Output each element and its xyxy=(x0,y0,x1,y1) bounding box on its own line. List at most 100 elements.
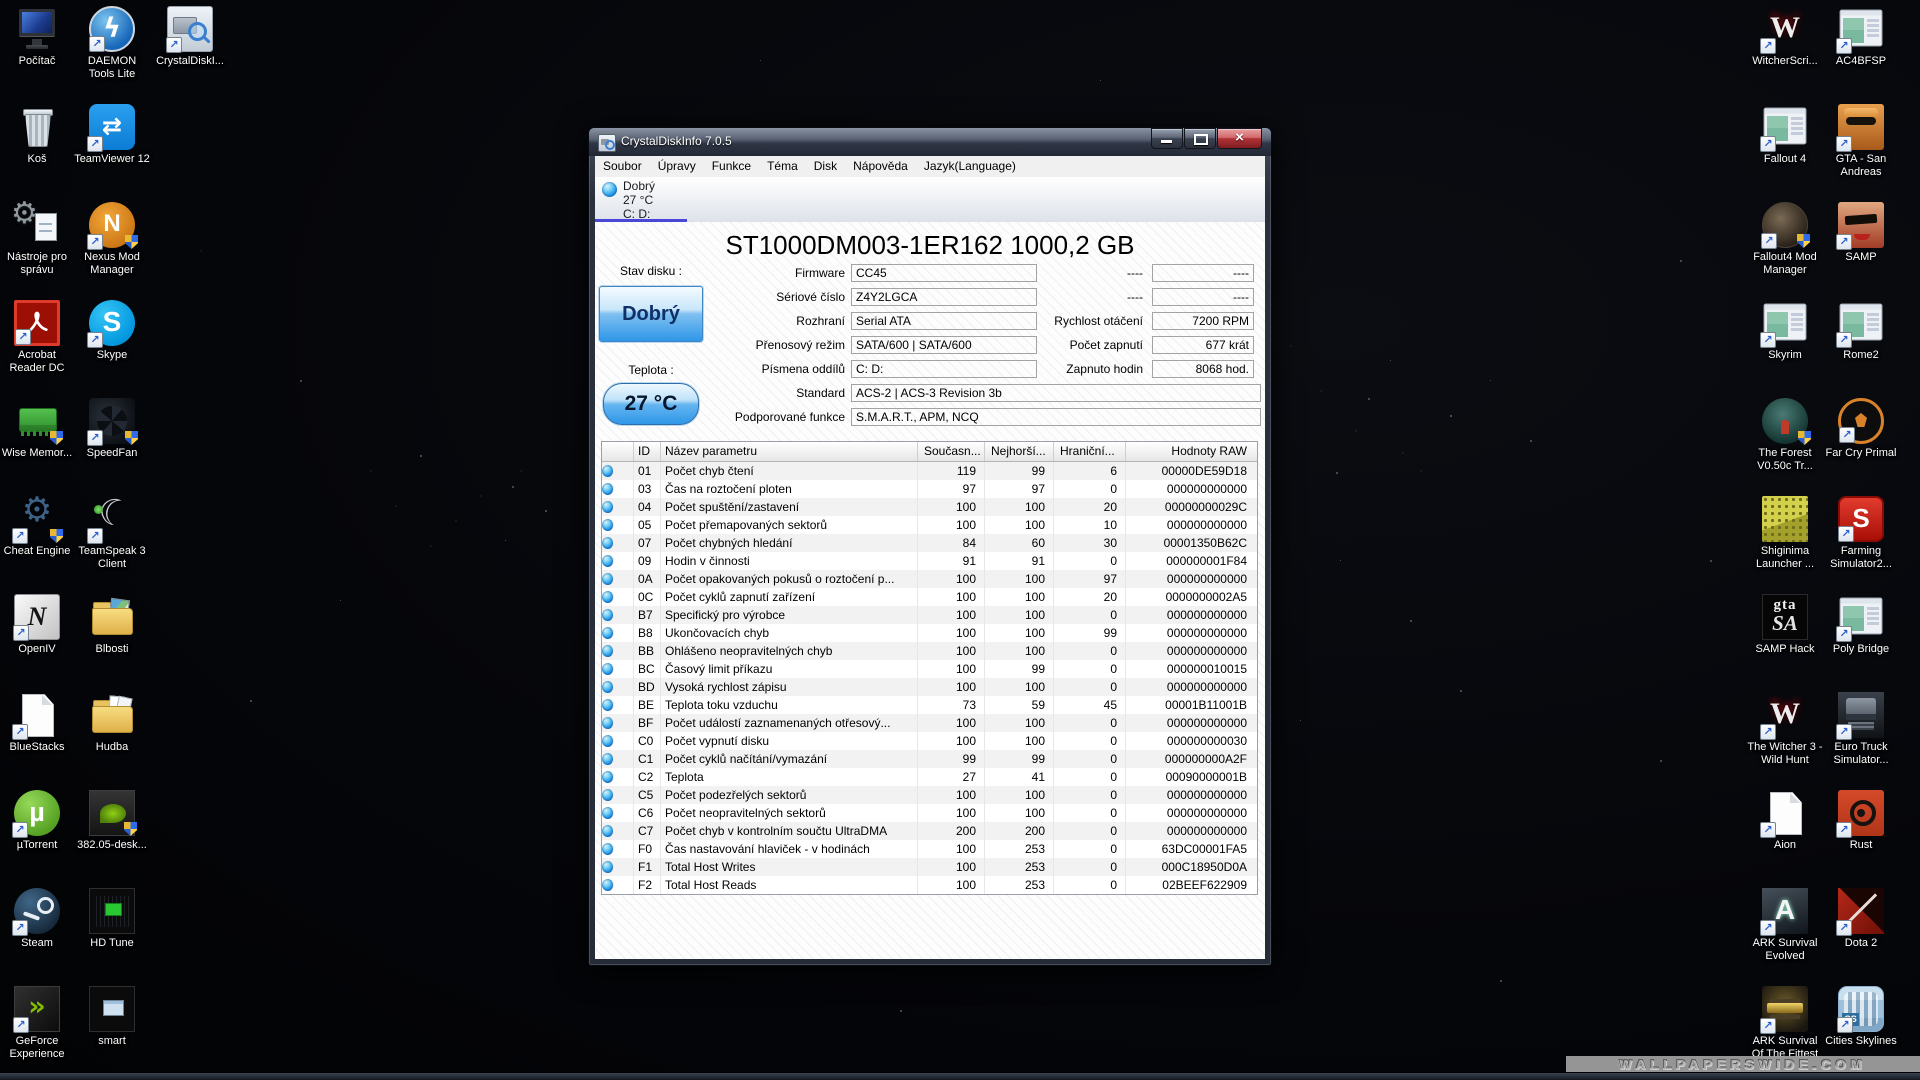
smart-row-C2[interactable]: C2Teplota2741000090000001B xyxy=(602,768,1257,786)
cell-nejhorsi: 100 xyxy=(985,606,1054,624)
desktop-icon-teamspeak-3-client[interactable]: ☾TeamSpeak 3 Client xyxy=(74,496,150,571)
desktop-icon-smart[interactable]: smart xyxy=(74,986,150,1048)
smart-row-BD[interactable]: BDVysoká rychlost zápisu1001000000000000… xyxy=(602,678,1257,696)
col-header-id[interactable]: ID xyxy=(634,442,661,461)
smart-row-BB[interactable]: BBOhlášeno neopravitelných chyb100100000… xyxy=(602,642,1257,660)
desktop-icon-dota-2[interactable]: Dota 2 xyxy=(1823,888,1899,950)
status-orb-icon xyxy=(602,483,614,495)
cell-id: BB xyxy=(634,642,661,660)
smart-row-C7[interactable]: C7Počet chyb v kontrolním součtu UltraDM… xyxy=(602,822,1257,840)
menu-item-disk[interactable]: Disk xyxy=(806,156,845,177)
smart-row-F0[interactable]: F0Čas nastavování hlaviček - v hodinách1… xyxy=(602,840,1257,858)
desktop-icon-the-forest-v0-50c-tr[interactable]: The Forest V0.50c Tr... xyxy=(1747,398,1823,473)
smart-row-0C[interactable]: 0CPočet cyklů zapnutí zařízení1001002000… xyxy=(602,588,1257,606)
star-dot xyxy=(200,250,202,252)
maximize-button[interactable] xyxy=(1184,128,1216,149)
icon-label: smart xyxy=(74,1035,150,1048)
desktop-icon-rome2[interactable]: Rome2 xyxy=(1823,300,1899,362)
taskbar[interactable] xyxy=(0,1072,1920,1080)
desktop-icon-cheat-engine[interactable]: ⚙Cheat Engine xyxy=(0,496,75,558)
desktop-icon-geforce-experience[interactable]: »GeForce Experience xyxy=(0,986,75,1061)
icon-label: SAMP xyxy=(1823,251,1899,264)
col-header-hranicni[interactable]: Hraniční... xyxy=(1054,442,1126,461)
desktop-icon-crystaldiski[interactable]: CrystalDiskI... xyxy=(152,6,228,68)
smart-row-BE[interactable]: BETeplota toku vzduchu73594500001B11001B xyxy=(602,696,1257,714)
smart-row-BC[interactable]: BCČasový limit příkazu100990000000010015 xyxy=(602,660,1257,678)
desktop-icon-gta-san-andreas[interactable]: GTA - San Andreas xyxy=(1823,104,1899,179)
desktop-icon-poly-bridge[interactable]: Poly Bridge xyxy=(1823,594,1899,656)
smart-row-04[interactable]: 04Počet spuštění/zastavení10010020000000… xyxy=(602,498,1257,516)
smart-row-01[interactable]: 01Počet chyb čtení11999600000DE59D18 xyxy=(602,462,1257,480)
desktop-icon-nexus-mod-manager[interactable]: NNexus Mod Manager xyxy=(74,202,150,277)
desktop-icon-torrent[interactable]: µµTorrent xyxy=(0,790,75,852)
smart-row-09[interactable]: 09Hodin v činnosti91910000000001F84 xyxy=(602,552,1257,570)
cell-nazev-parametru: Hodin v činnosti xyxy=(661,552,918,570)
smart-row-F2[interactable]: F2Total Host Reads100253002BEEF622909 xyxy=(602,876,1257,894)
desktop-icon-samp-hack[interactable]: gtaSASAMP Hack xyxy=(1747,594,1823,656)
smart-row-05[interactable]: 05Počet přemapovaných sektorů10010010000… xyxy=(602,516,1257,534)
col-header-hodnoty-raw[interactable]: Hodnoty RAW xyxy=(1126,442,1255,461)
desktop-icon-shiginima-launcher[interactable]: Shiginima Launcher ... xyxy=(1747,496,1823,571)
menu-item-funkce[interactable]: Funkce xyxy=(704,156,759,177)
smart-row-C0[interactable]: C0Počet vypnutí disku1001000000000000030 xyxy=(602,732,1257,750)
smart-row-07[interactable]: 07Počet chybných hledání84603000001350B6… xyxy=(602,534,1257,552)
desktop-icon-pocitac[interactable]: Počítač xyxy=(0,6,75,68)
desktop-icon-farming-simulator2[interactable]: SFarming Simulator2... xyxy=(1823,496,1899,571)
desktop-icon-fallout4-mod-manager[interactable]: Fallout4 Mod Manager xyxy=(1747,202,1823,277)
menu-item-tema[interactable]: Téma xyxy=(759,156,806,177)
drive-tab[interactable]: Dobrý 27 °C C: D: xyxy=(595,177,687,222)
desktop-icon-the-witcher-3-wild-hunt[interactable]: WThe Witcher 3 - Wild Hunt xyxy=(1747,692,1823,767)
desktop-icon-skyrim[interactable]: Skyrim xyxy=(1747,300,1823,362)
menu-item-napoveda[interactable]: Nápověda xyxy=(845,156,916,177)
menu-item-upravy[interactable]: Úpravy xyxy=(650,156,704,177)
desktop-icon-openiv[interactable]: NOpenIV xyxy=(0,594,75,656)
smart-row-0A[interactable]: 0APočet opakovaných pokusů o roztočení p… xyxy=(602,570,1257,588)
menu-item-jazyk-language[interactable]: Jazyk(Language) xyxy=(916,156,1024,177)
desktop-icon-382-05-desk[interactable]: 382.05-desk... xyxy=(74,790,150,852)
col-header-nejhorsi[interactable]: Nejhorší... xyxy=(985,442,1054,461)
smart-row-B7[interactable]: B7Specifický pro výrobce1001000000000000… xyxy=(602,606,1257,624)
desktop-icon-skype[interactable]: SSkype xyxy=(74,300,150,362)
desktop-icon-cities-skylines[interactable]: CSCities Skylines xyxy=(1823,986,1899,1048)
icon-label: Koš xyxy=(0,153,75,166)
col-header-soucasn[interactable]: Současn... xyxy=(918,442,985,461)
smart-row-C6[interactable]: C6Počet neopravitelných sektorů100100000… xyxy=(602,804,1257,822)
desktop-icon-daemon-tools-lite[interactable]: ϟDAEMON Tools Lite xyxy=(74,6,150,81)
minimize-button[interactable] xyxy=(1151,128,1183,149)
smart-row-BF[interactable]: BFPočet událostí zaznamenaných otřesový.… xyxy=(602,714,1257,732)
desktop-icon-euro-truck-simulator[interactable]: Euro Truck Simulator... xyxy=(1823,692,1899,767)
smart-row-03[interactable]: 03Čas na roztočení ploten979700000000000… xyxy=(602,480,1257,498)
desktop-icon-ark-survival-evolved[interactable]: AARK Survival Evolved xyxy=(1747,888,1823,963)
desktop-icon-hd-tune[interactable]: HD Tune xyxy=(74,888,150,950)
menu-item-soubor[interactable]: Soubor xyxy=(595,156,650,177)
desktop-icon-rust[interactable]: Rust xyxy=(1823,790,1899,852)
desktop-icon-wise-memor[interactable]: Wise Memor... xyxy=(0,398,75,460)
window-titlebar[interactable]: CrystalDiskInfo 7.0.5 xyxy=(589,128,1271,156)
col-header-nazev-parametru[interactable]: Název parametru xyxy=(661,442,918,461)
smart-row-C1[interactable]: C1Počet cyklů načítání/vymazání999900000… xyxy=(602,750,1257,768)
desktop-icon-acrobat-reader-dc[interactable]: Acrobat Reader DC xyxy=(0,300,75,375)
desktop-icon-steam[interactable]: Steam xyxy=(0,888,75,950)
desktop-icon-aion[interactable]: Aion xyxy=(1747,790,1823,852)
desktop-icon-bluestacks[interactable]: BlueStacks xyxy=(0,692,75,754)
desktop-icon-witcherscri[interactable]: WWitcherScri... xyxy=(1747,6,1823,68)
desktop-icon-nastroje-pro-spravu[interactable]: ⚙Nástroje pro správu xyxy=(0,202,75,277)
desktop-icon-kos[interactable]: Koš xyxy=(0,104,75,166)
smart-row-B8[interactable]: B8Ukončovacích chyb10010099000000000000 xyxy=(602,624,1257,642)
desktop-icon-teamviewer-12[interactable]: ⇄TeamViewer 12 xyxy=(74,104,150,166)
desktop-icon-speedfan[interactable]: SpeedFan xyxy=(74,398,150,460)
desktop-icon-samp[interactable]: SAMP xyxy=(1823,202,1899,264)
icon-label: The Witcher 3 - Wild Hunt xyxy=(1747,741,1823,767)
col-header-status[interactable] xyxy=(602,442,634,461)
close-button[interactable] xyxy=(1217,128,1262,149)
desktop-icon-fallout-4[interactable]: Fallout 4 xyxy=(1747,104,1823,166)
desktop-icon-far-cry-primal[interactable]: Far Cry Primal xyxy=(1823,398,1899,460)
desktop-icon-ark-survival-of-the-fittest[interactable]: ARK Survival Of The Fittest xyxy=(1747,986,1823,1061)
smart-row-F1[interactable]: F1Total Host Writes1002530000C18950D0A xyxy=(602,858,1257,876)
desktop-icon-hudba[interactable]: Hudba xyxy=(74,692,150,754)
desktop-icon-blbosti[interactable]: Blbosti xyxy=(74,594,150,656)
desktop-icon-ac4bfsp[interactable]: AC4BFSP xyxy=(1823,6,1899,68)
smart-row-C5[interactable]: C5Počet podezřelých sektorů1001000000000… xyxy=(602,786,1257,804)
cell-soucasn: 100 xyxy=(918,876,985,894)
cell-hodnoty-raw: 000000001F84 xyxy=(1126,552,1255,570)
